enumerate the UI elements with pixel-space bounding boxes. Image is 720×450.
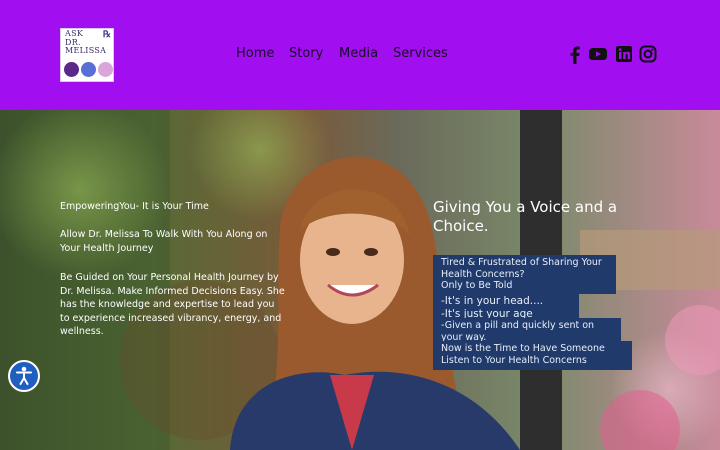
logo-circle-1 [64,62,79,77]
logo-circle-2 [81,62,96,77]
body-text: Be Guided on Your Personal Health Journe… [60,272,285,337]
concern-box-2: -It's in your head.... -It's just your a… [433,293,579,320]
accessibility-icon [16,366,32,385]
rx-icon: ℞ [102,30,111,40]
nav-media[interactable]: Media [339,46,378,62]
accessibility-button[interactable] [8,360,40,392]
youtube-icon[interactable] [588,44,608,64]
nav-home[interactable]: Home [236,46,274,62]
logo-text-line2: DR. MELISSA [65,38,107,55]
concern-box-4: Now is the Time to Have Someone Listen t… [433,341,632,370]
facebook-icon[interactable] [565,44,585,64]
site-header: ASK DR. MELISSA ℞ Home Story Media Servi… [0,0,720,110]
concern-box-1: Tired & Frustrated of Sharing Your Healt… [433,255,616,294]
logo-text-line1: ASK [65,29,84,38]
headline: Giving You a Voice and a Choice. [433,198,618,235]
logo[interactable]: ASK DR. MELISSA ℞ [60,28,114,82]
hero-section: EmpoweringYou- It is Your Time Allow Dr.… [0,110,720,450]
concern-box-3: -Given a pill and quickly sent on your w… [433,318,621,343]
linkedin-icon[interactable] [614,44,634,64]
instagram-icon[interactable] [638,44,658,64]
logo-circle-3 [98,62,113,77]
intro-text: Allow Dr. Melissa To Walk With You Along… [60,229,268,254]
nav-services[interactable]: Services [393,46,448,62]
tagline: EmpoweringYou- It is Your Time [60,201,209,212]
nav-story[interactable]: Story [289,46,323,62]
